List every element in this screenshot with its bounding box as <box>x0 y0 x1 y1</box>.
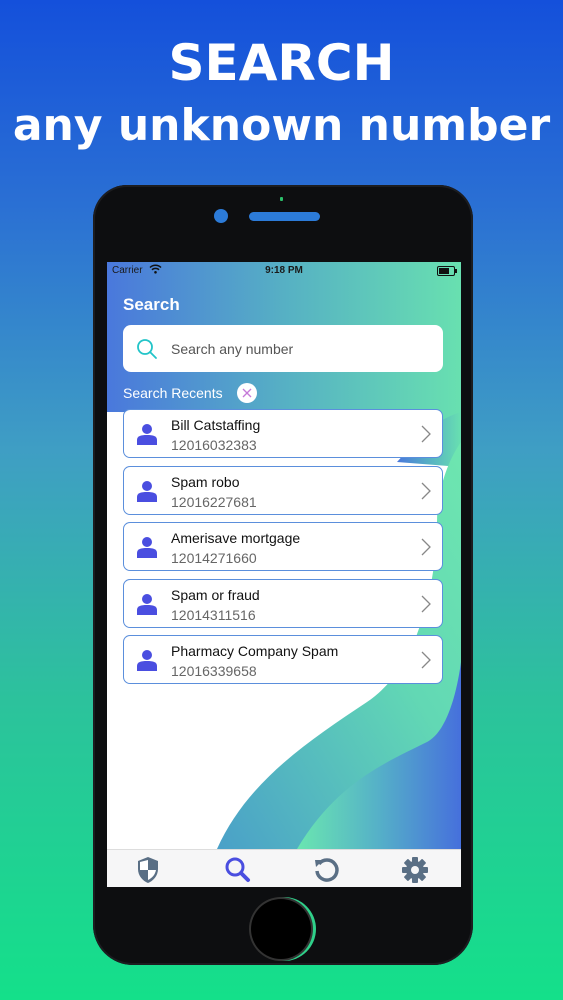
person-icon <box>137 650 157 671</box>
search-icon <box>225 857 250 882</box>
person-icon <box>137 424 157 445</box>
tab-bar <box>107 849 461 887</box>
page-title: Search <box>123 295 180 314</box>
chevron-right-icon <box>421 482 431 499</box>
front-camera <box>214 209 228 223</box>
recent-item[interactable]: Pharmacy Company Spam 12016339658 <box>123 635 443 684</box>
phone-screen: Carrier 9:18 PM Search Search Recents Bi… <box>107 262 461 887</box>
phone-number: 12014271660 <box>171 550 257 566</box>
contact-name: Amerisave mortgage <box>171 530 301 546</box>
chevron-right-icon <box>421 538 431 556</box>
banner-subtitle: any unknown number <box>12 100 551 151</box>
contact-name: Bill Catstaffing <box>171 417 261 433</box>
battery-icon <box>437 266 457 276</box>
chevron-right-icon <box>421 651 431 669</box>
recent-item[interactable]: Spam or fraud 12014311516 <box>123 578 443 628</box>
shield-icon <box>138 857 158 883</box>
phone-number: 12016227681 <box>171 493 257 510</box>
search-input[interactable] <box>169 337 433 361</box>
clock: 9:18 PM <box>265 265 303 276</box>
tab-settings[interactable] <box>401 856 431 884</box>
phone-number: 12014311516 <box>171 606 256 623</box>
phone-number: 12016339658 <box>171 663 257 679</box>
proximity-sensor <box>280 188 288 219</box>
recents-list: Bill Catstaffing 12016032383 Spam robo 1… <box>123 409 443 692</box>
earpiece-speaker <box>249 212 320 221</box>
person-icon <box>137 480 157 502</box>
search-icon <box>137 339 157 359</box>
tab-protection[interactable] <box>136 856 166 884</box>
tab-history[interactable] <box>313 856 343 884</box>
recent-item[interactable]: Amerisave mortgage 12014271660 <box>123 522 443 571</box>
clear-recents-button[interactable] <box>237 383 257 403</box>
recents-label: Search Recents <box>123 385 223 401</box>
phone-number: 12016032383 <box>171 437 257 453</box>
chevron-right-icon <box>421 595 431 612</box>
chevron-right-icon <box>421 425 431 443</box>
contact-name: Spam or fraud <box>171 586 260 603</box>
person-icon <box>137 593 157 615</box>
gear-icon <box>402 857 428 883</box>
status-bar: Carrier 9:18 PM <box>107 262 461 280</box>
home-button[interactable] <box>251 899 311 959</box>
banner-title: SEARCH <box>168 34 395 92</box>
history-icon <box>315 858 339 882</box>
tab-search[interactable] <box>224 856 254 884</box>
recent-item[interactable]: Spam robo 12016227681 <box>123 465 443 515</box>
contact-name: Spam robo <box>171 473 240 490</box>
search-field[interactable] <box>123 325 443 372</box>
contact-name: Pharmacy Company Spam <box>171 643 339 659</box>
close-icon <box>242 388 252 398</box>
person-icon <box>137 537 157 558</box>
recent-item[interactable]: Bill Catstaffing 12016032383 <box>123 409 443 458</box>
